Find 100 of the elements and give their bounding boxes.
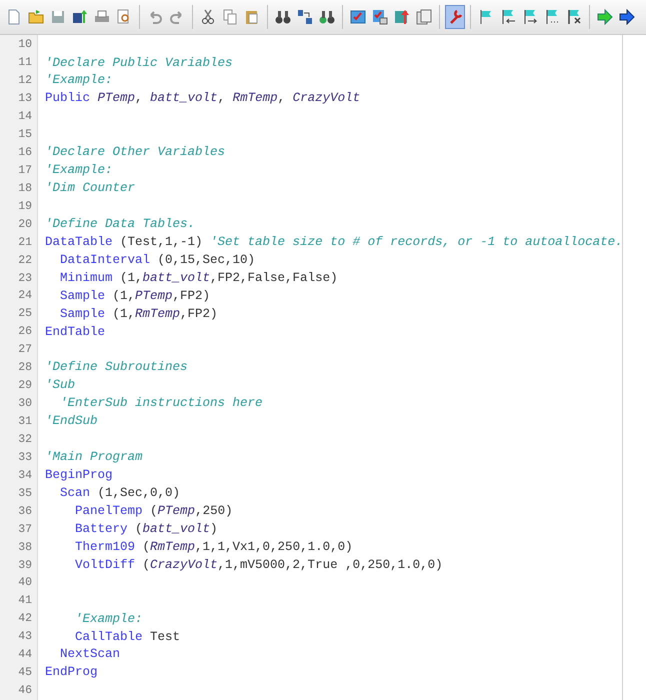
- checklist-device-icon: [372, 9, 388, 25]
- line-number: 28: [18, 360, 32, 376]
- code-keyword: NextScan: [59, 646, 120, 664]
- line-number: 43: [18, 629, 32, 646]
- code-comment: 'Dim Counter: [45, 180, 136, 198]
- code-text: ,FP2): [172, 288, 210, 305]
- code-variable: RmTemp: [135, 306, 180, 323]
- code-variable: batt_volt: [142, 520, 210, 538]
- code-text: ,1,mV5000,2,True ,0,250,1.0,0): [218, 556, 443, 574]
- binoculars-icon: [275, 9, 291, 25]
- flag-dots-icon: [544, 9, 560, 25]
- code-keyword: Battery: [74, 520, 128, 538]
- line-number: 26: [18, 324, 32, 340]
- code-comment: 'Example:: [45, 162, 113, 180]
- line-number: 25: [18, 306, 32, 322]
- line-number: 33: [18, 450, 32, 466]
- copy-icon: [222, 9, 238, 25]
- line-number: 45: [18, 665, 32, 682]
- code-keyword: EndProg: [45, 664, 98, 682]
- code-text: (Test,1,-1): [119, 234, 204, 251]
- code-text: ,: [135, 90, 144, 108]
- line-number: 41: [18, 593, 32, 610]
- code-variable: RmTemp: [232, 90, 278, 108]
- scissors-icon: [200, 9, 216, 25]
- line-number: 40: [18, 575, 32, 592]
- code-keyword: Therm109: [74, 538, 136, 556]
- checklist-icon: [350, 9, 366, 25]
- code-variable: RmTemp: [150, 538, 196, 556]
- floppy-disk-arrow-icon: [72, 9, 88, 25]
- line-number: 16: [18, 144, 32, 161]
- line-number: 24: [18, 288, 32, 304]
- code-comment: 'Define Subroutines: [45, 359, 188, 376]
- code-comment: 'Example:: [45, 72, 113, 90]
- flag-right-arrow-icon: [522, 9, 538, 25]
- line-number: 29: [18, 378, 32, 394]
- file-icon: [6, 9, 22, 25]
- code-variable: PTemp: [98, 90, 136, 108]
- code-text: (: [134, 520, 143, 538]
- code-keyword: Sample: [59, 288, 106, 305]
- arrow-right-icon: [619, 9, 635, 25]
- line-number: 31: [18, 414, 32, 430]
- code-comment: 'Declare Public Variables: [45, 54, 233, 72]
- code-comment: 'Declare Other Variables: [45, 144, 226, 162]
- line-number: 21: [18, 234, 32, 251]
- code-text: ,1,1,Vx1,0,250,1.0,0): [195, 538, 353, 556]
- code-text: (: [149, 502, 158, 520]
- line-number: 36: [18, 504, 32, 520]
- code-text: ,FP2): [180, 306, 218, 323]
- line-number: 10: [18, 37, 32, 54]
- flag-x-icon: [566, 9, 582, 25]
- code-keyword: Sample: [59, 306, 106, 323]
- code-text: (: [142, 556, 150, 574]
- line-number: 19: [18, 198, 32, 215]
- line-number: 35: [18, 486, 32, 502]
- code-text: ,250): [195, 502, 233, 520]
- code-variable: PTemp: [135, 288, 173, 305]
- code-comment: 'Main Program: [45, 449, 143, 466]
- line-number: 20: [18, 216, 32, 233]
- flag-icon: [478, 9, 494, 25]
- clipboard-icon: [244, 9, 260, 25]
- line-number: 37: [18, 522, 32, 538]
- code-text: (1,Sec,0,0): [96, 485, 180, 502]
- code-comment: 'EndSub: [45, 413, 98, 430]
- code-text: (1,: [119, 270, 143, 287]
- code-keyword: Scan: [59, 485, 90, 502]
- code-text: ,FP2,False,False): [210, 270, 338, 287]
- code-text: ,: [278, 90, 286, 108]
- binoculars-icon: [319, 9, 335, 25]
- code-variable: PTemp: [158, 502, 196, 520]
- line-number: 12: [18, 73, 32, 90]
- code-comment: 'Define Data Tables.: [45, 216, 196, 233]
- code-text: Test: [149, 628, 180, 646]
- line-number: 11: [18, 55, 32, 72]
- code-text: (1,: [112, 288, 136, 305]
- code-variable: CrazyVolt: [292, 90, 360, 108]
- code-comment: 'EnterSub instructions here: [59, 395, 263, 412]
- code-text: ): [210, 520, 218, 538]
- code-comment: 'Set table size to # of records, or -1 to autoallocate.: [210, 234, 623, 251]
- line-number: 14: [18, 109, 32, 126]
- flag-left-arrow-icon: [500, 9, 516, 25]
- code-keyword: BeginProg: [45, 467, 113, 484]
- code-text: (: [142, 538, 150, 556]
- line-number: 15: [18, 127, 32, 144]
- document-stack-icon: [416, 9, 432, 25]
- line-number: 27: [18, 342, 32, 358]
- code-keyword: DataInterval: [59, 252, 150, 269]
- line-number: 39: [18, 558, 32, 574]
- code-text: ,: [218, 90, 226, 108]
- line-number: 30: [18, 396, 32, 412]
- code-keyword: CallTable: [74, 628, 143, 646]
- line-number: 42: [18, 611, 32, 628]
- arrow-right-icon: [597, 9, 613, 25]
- line-number: 17: [18, 162, 32, 179]
- line-number: 32: [18, 432, 32, 448]
- line-number: 13: [18, 91, 32, 108]
- code-variable: CrazyVolt: [150, 556, 218, 574]
- line-number: 46: [18, 683, 32, 700]
- line-number: 18: [18, 180, 32, 197]
- code-text: (1,: [112, 306, 136, 323]
- line-number: 34: [18, 468, 32, 484]
